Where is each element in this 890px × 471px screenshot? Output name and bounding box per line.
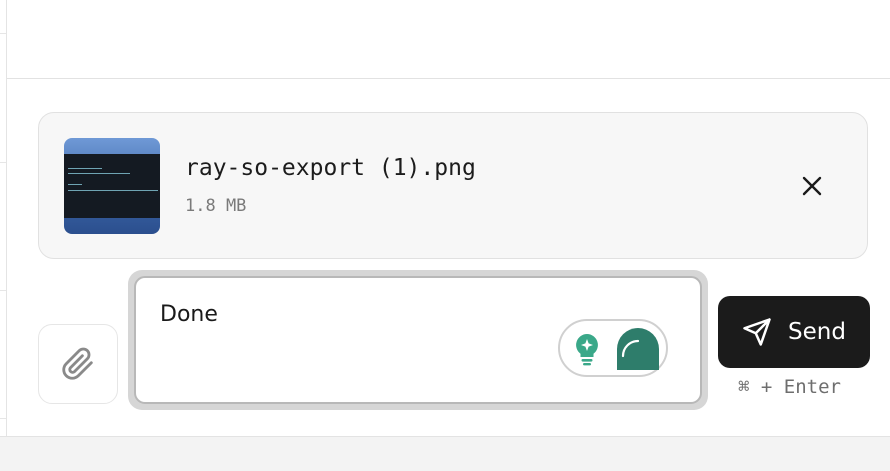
thumbnail-code-preview [64, 154, 160, 218]
attachment-card: ray-so-export (1).png 1.8 MB [38, 112, 868, 259]
speech-bubble-icon[interactable] [615, 326, 661, 372]
top-panel [7, 0, 890, 79]
bottom-status-bar [0, 436, 890, 471]
rail-divider [0, 418, 6, 419]
paperclip-icon [62, 347, 93, 380]
attach-file-button[interactable] [38, 324, 118, 404]
file-name: ray-so-export (1).png [185, 155, 476, 181]
thumb-line [68, 190, 158, 191]
send-button[interactable]: Send [718, 296, 870, 368]
assistant-extension-pill [558, 319, 668, 377]
rail-divider [0, 162, 6, 163]
remove-attachment-button[interactable] [797, 171, 827, 201]
paper-plane-icon [743, 318, 771, 346]
thumb-line [68, 168, 102, 169]
close-icon [802, 176, 822, 196]
rail-divider [0, 33, 6, 34]
thumb-line [68, 184, 82, 185]
thumb-line [68, 173, 130, 174]
message-input-focus-ring: Done [128, 270, 708, 410]
left-rail [0, 0, 7, 436]
message-input[interactable]: Done [134, 276, 702, 404]
send-label: Send [788, 319, 846, 345]
rail-divider [0, 290, 6, 291]
send-shortcut-hint: ⌘ + Enter [738, 376, 841, 398]
lightbulb-sparkle-icon[interactable] [568, 330, 606, 368]
image-thumbnail[interactable] [64, 138, 160, 234]
message-text[interactable]: Done [160, 302, 218, 327]
file-size: 1.8 MB [185, 196, 247, 216]
